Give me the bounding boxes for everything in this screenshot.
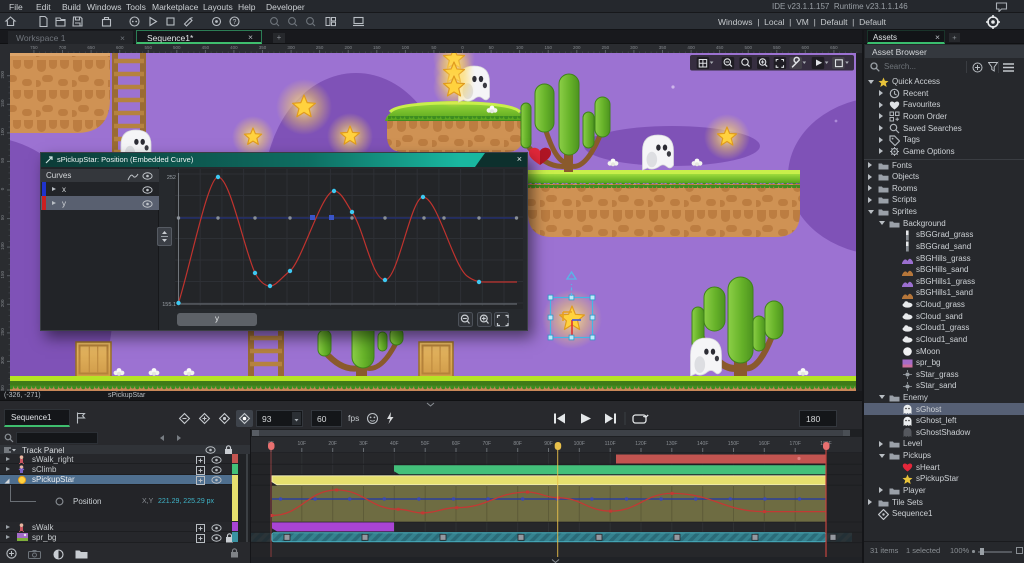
svg-text:350: 350 [259, 45, 267, 50]
svg-text:20F: 20F [328, 441, 337, 447]
svg-text:50: 50 [0, 157, 5, 163]
svg-text:80F: 80F [513, 441, 522, 447]
svg-text:600: 600 [116, 45, 124, 50]
svg-text:200: 200 [0, 299, 5, 307]
svg-text:200: 200 [573, 45, 581, 50]
svg-text:200: 200 [344, 45, 352, 50]
svg-text:50: 50 [489, 45, 495, 50]
svg-text:100: 100 [0, 128, 5, 136]
svg-text:250: 250 [316, 45, 324, 50]
svg-text:10F: 10F [297, 441, 306, 447]
svg-text:650: 650 [830, 45, 838, 50]
svg-text:100: 100 [0, 242, 5, 250]
svg-text:450: 450 [716, 45, 724, 50]
svg-text:30F: 30F [359, 441, 368, 447]
svg-text:140F: 140F [697, 441, 708, 447]
svg-text:155.1: 155.1 [162, 302, 176, 308]
svg-text:550: 550 [773, 45, 781, 50]
svg-text:90F: 90F [544, 441, 553, 447]
svg-text:300: 300 [0, 356, 5, 364]
svg-text:100: 100 [402, 45, 410, 50]
svg-text:160F: 160F [759, 441, 770, 447]
svg-text:750: 750 [30, 45, 38, 50]
svg-text:70F: 70F [482, 441, 491, 447]
svg-text:120F: 120F [635, 441, 646, 447]
svg-text:130F: 130F [666, 441, 677, 447]
svg-text:40F: 40F [390, 441, 399, 447]
svg-text:170F: 170F [789, 441, 800, 447]
svg-text:250: 250 [602, 45, 610, 50]
svg-text:50: 50 [431, 45, 437, 50]
svg-text:700: 700 [59, 45, 67, 50]
svg-text:400: 400 [687, 45, 695, 50]
svg-text:100F: 100F [574, 441, 585, 447]
svg-text:450: 450 [202, 45, 210, 50]
svg-text:300: 300 [630, 45, 638, 50]
svg-text:?: ? [233, 19, 237, 26]
svg-text:650: 650 [87, 45, 95, 50]
svg-text:50F: 50F [421, 441, 430, 447]
svg-text:500: 500 [173, 45, 181, 50]
svg-text:150: 150 [0, 99, 5, 107]
svg-text:150: 150 [373, 45, 381, 50]
svg-text:350: 350 [659, 45, 667, 50]
svg-text:600: 600 [802, 45, 810, 50]
svg-text:252: 252 [167, 175, 176, 181]
svg-text:300: 300 [287, 45, 295, 50]
svg-text:50: 50 [0, 215, 5, 221]
svg-text:150: 150 [544, 45, 552, 50]
svg-text:550: 550 [144, 45, 152, 50]
svg-text:60F: 60F [452, 441, 461, 447]
svg-text:150: 150 [0, 270, 5, 278]
svg-text:150F: 150F [728, 441, 739, 447]
svg-text:200: 200 [0, 70, 5, 78]
svg-text:100: 100 [516, 45, 524, 50]
svg-text:400: 400 [230, 45, 238, 50]
svg-text:110F: 110F [605, 441, 616, 447]
svg-text:500: 500 [744, 45, 752, 50]
svg-text:250: 250 [0, 328, 5, 336]
